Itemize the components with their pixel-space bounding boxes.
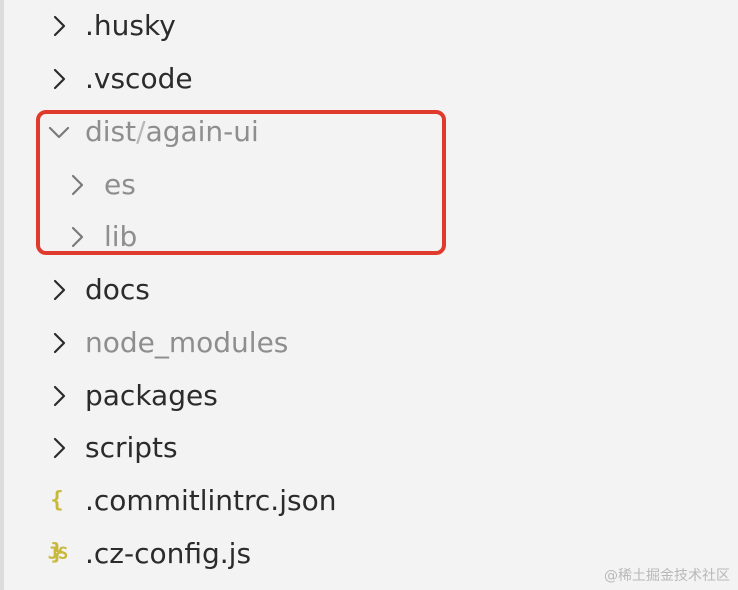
- chevron-right-icon[interactable]: [44, 433, 74, 463]
- tree-item-label: packages: [85, 379, 218, 412]
- tree-item-label: docs: [85, 273, 150, 306]
- tree-item-packages[interactable]: packages: [0, 370, 738, 422]
- tree-item-scripts[interactable]: scripts: [0, 422, 738, 474]
- highlight-annotation-box: [36, 110, 446, 255]
- chevron-right-icon[interactable]: [44, 64, 74, 94]
- chevron-right-icon[interactable]: [44, 328, 74, 358]
- tree-item-husky[interactable]: .husky: [0, 0, 738, 52]
- chevron-right-icon[interactable]: [44, 275, 74, 305]
- chevron-right-icon[interactable]: [44, 381, 74, 411]
- chevron-right-icon[interactable]: [44, 11, 74, 41]
- tree-item-commitlintrc[interactable]: { } .commitlintrc.json: [0, 475, 738, 565]
- tree-item-label: .commitlintrc.json: [85, 484, 337, 517]
- tree-item-vscode[interactable]: .vscode: [0, 53, 738, 105]
- tree-item-label: .cz-config.js: [85, 537, 252, 570]
- tree-item-label: .vscode: [85, 62, 193, 95]
- file-explorer-tree: .husky .vscode dist/again-ui es lib docs…: [0, 0, 738, 590]
- js-file-icon: JS: [47, 544, 69, 564]
- tree-item-docs[interactable]: docs: [0, 264, 738, 316]
- tree-item-node-modules[interactable]: node_modules: [0, 317, 738, 369]
- json-braces-icon: { }: [50, 488, 66, 565]
- tree-item-label: node_modules: [85, 326, 289, 359]
- tree-item-label: .husky: [85, 9, 176, 42]
- tree-item-label: scripts: [85, 431, 178, 464]
- watermark-text: @稀土掘金技术社区: [604, 568, 730, 584]
